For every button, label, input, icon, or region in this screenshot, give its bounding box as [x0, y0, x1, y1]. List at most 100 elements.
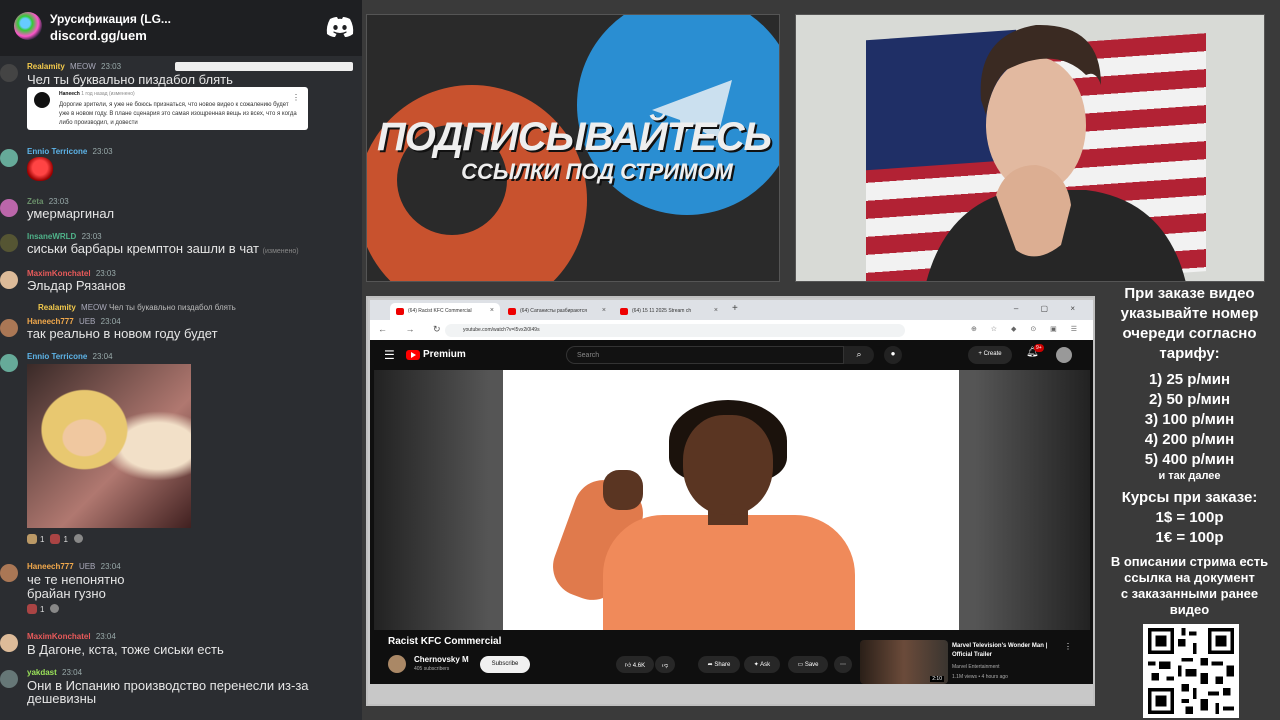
channel-name[interactable]: Chernovsky M	[414, 655, 469, 664]
message-text-line2: дешевизны	[27, 691, 97, 706]
reaction-bar: 1	[27, 604, 60, 614]
avatar[interactable]	[0, 149, 18, 167]
message-text: сиськи барбары кремптон зашли в чат (изм…	[27, 241, 299, 256]
address-bar: ← → ↻ youtube.com/watch?v=I5vx2i0I49s ⊕ …	[370, 320, 1093, 340]
close-icon: ×	[601, 307, 606, 314]
description-note: В описании стрима есть	[1110, 554, 1269, 569]
quote-text: Дорогие зрители, я уже не боюсь признать…	[59, 102, 297, 126]
message-author[interactable]: Haneech777	[27, 562, 74, 571]
search-input[interactable]: Search	[566, 346, 844, 364]
avatar[interactable]	[0, 354, 18, 372]
new-tab-button[interactable]: +	[732, 303, 738, 314]
more-icon[interactable]: ⋮	[1064, 642, 1072, 651]
message-time: 23:03	[81, 232, 102, 241]
message-time: 23:03	[101, 62, 122, 71]
subscribe-button[interactable]: Subscribe	[480, 656, 530, 673]
server-name: Урусификация (LG...	[50, 12, 171, 26]
extension-icons[interactable]: ⊕ ☆ ◆ ⊙ ▣ ☰	[971, 325, 1083, 333]
reaction[interactable]: 1	[50, 534, 68, 544]
nav-buttons[interactable]: ← → ↻	[378, 324, 449, 335]
message-author[interactable]: Haneech777	[27, 317, 74, 326]
avatar[interactable]	[0, 64, 18, 82]
channel-avatar[interactable]	[388, 655, 406, 673]
add-reaction-icon[interactable]	[73, 534, 83, 543]
ask-button[interactable]: ✦ Ask	[744, 656, 780, 673]
message-badge: UEB	[78, 562, 96, 571]
mic-icon[interactable]: ●	[884, 346, 902, 364]
account-avatar[interactable]	[1056, 347, 1072, 363]
reaction[interactable]: 1	[27, 604, 44, 614]
message-author[interactable]: yakdast	[27, 668, 57, 677]
menu-icon[interactable]: ☰	[384, 348, 395, 362]
avatar[interactable]	[0, 634, 18, 652]
info-text: указывайте номер	[1120, 305, 1259, 322]
message-author[interactable]: Realamity	[27, 62, 65, 71]
add-reaction-icon[interactable]	[50, 604, 60, 613]
search-icon[interactable]: ⌕	[844, 346, 874, 364]
video-frame	[503, 370, 959, 630]
share-button[interactable]: ➦ Share	[698, 656, 740, 673]
video-player[interactable]	[374, 370, 1090, 630]
tab-bar: (64) Racist KFC Commercial × (64) Сатанис…	[370, 300, 1093, 320]
subscriber-count: 405 subscribers	[414, 666, 450, 672]
avatar[interactable]	[0, 670, 18, 688]
youtube-icon	[620, 308, 628, 315]
qr-code	[1143, 624, 1239, 718]
message-text: Эльдар Рязанов	[27, 278, 126, 293]
message-author[interactable]: Zeta	[27, 197, 43, 206]
youtube-icon	[406, 349, 420, 360]
message-meta: Realamity MEOW 23:03	[27, 62, 121, 71]
browser-tab[interactable]: (64) Racist KFC Commercial ×	[390, 303, 500, 320]
video-title: Racist KFC Commercial	[388, 636, 502, 647]
save-button[interactable]: ▭ Save	[788, 656, 828, 673]
message-time: 23:04	[62, 668, 83, 677]
video-body	[603, 515, 855, 630]
browser-tab[interactable]: (64) 15 11 2025 Stream ch ×	[614, 303, 724, 320]
reply-text: Чел ты букавльно пиздабол блять	[109, 303, 236, 312]
server-invite-link[interactable]: discord.gg/uem	[50, 28, 147, 43]
message-author[interactable]: MaximKonchatel	[27, 632, 91, 641]
youtube-icon	[508, 308, 516, 315]
reply-author[interactable]: Realamity	[38, 303, 76, 312]
server-icon[interactable]	[14, 12, 42, 40]
message-time: 23:04	[100, 317, 121, 326]
message-text: так реально в новом году будет	[27, 326, 218, 341]
message-time: 23:03	[48, 197, 69, 206]
description-note: ссылка на документ	[1124, 570, 1255, 585]
more-icon[interactable]: ⋯	[834, 656, 852, 673]
avatar[interactable]	[0, 564, 18, 582]
notification-badge: 9+	[1034, 344, 1044, 352]
screenshot-embed[interactable]: Hanеech 1 год назад (изменено) Дорогие з…	[27, 87, 308, 130]
avatar[interactable]	[0, 199, 18, 217]
tariff-item: 5) 400 р/мин	[1144, 451, 1235, 468]
message-time: 23:04	[92, 352, 113, 361]
info-text: очереди согласно	[1122, 325, 1257, 342]
avatar[interactable]	[0, 319, 18, 337]
create-button[interactable]: + Create	[968, 346, 1012, 364]
dislike-button[interactable]: 👎︎	[655, 656, 675, 673]
related-video-thumbnail[interactable]: 2:10	[860, 640, 948, 684]
message-author[interactable]: MaximKonchatel	[27, 269, 91, 278]
previous-embed-strip	[175, 62, 353, 71]
rates-title: Курсы при заказе:	[1121, 489, 1258, 506]
gif-attachment[interactable]	[27, 364, 191, 528]
description-note: видео	[1169, 602, 1210, 617]
rate-dollar: 1$ = 100р	[1155, 509, 1224, 526]
message-author[interactable]: InsaneWRLD	[27, 232, 76, 241]
tariff-item: 3) 100 р/мин	[1144, 411, 1235, 428]
related-video-channel: Marvel Entertainment	[952, 664, 1000, 670]
avatar[interactable]	[0, 271, 18, 289]
like-button[interactable]: 👍︎ 4.6K	[616, 656, 654, 673]
avatar[interactable]	[0, 234, 18, 252]
youtube-logo[interactable]: Premium	[406, 349, 466, 360]
message-author[interactable]: Ennio Terricone	[27, 352, 87, 361]
url-input[interactable]: youtube.com/watch?v=I5vx2i0I49s	[445, 324, 905, 337]
related-video-title[interactable]: Marvel Television's Wonder Man | Officia…	[952, 642, 1062, 660]
youtube-page: ☰ Premium Search ⌕ ● + Create 🔔︎ 9+ Raci…	[370, 340, 1093, 684]
info-text: При заказе видео	[1124, 285, 1255, 302]
window-controls[interactable]: – ▢ ×	[1014, 304, 1085, 313]
browser-tab[interactable]: (64) Сатанисты разбираются ×	[502, 303, 612, 320]
reaction-bar: 1 1	[27, 534, 83, 544]
reaction[interactable]: 1	[27, 534, 44, 544]
message-author[interactable]: Ennio Terricone	[27, 147, 87, 156]
